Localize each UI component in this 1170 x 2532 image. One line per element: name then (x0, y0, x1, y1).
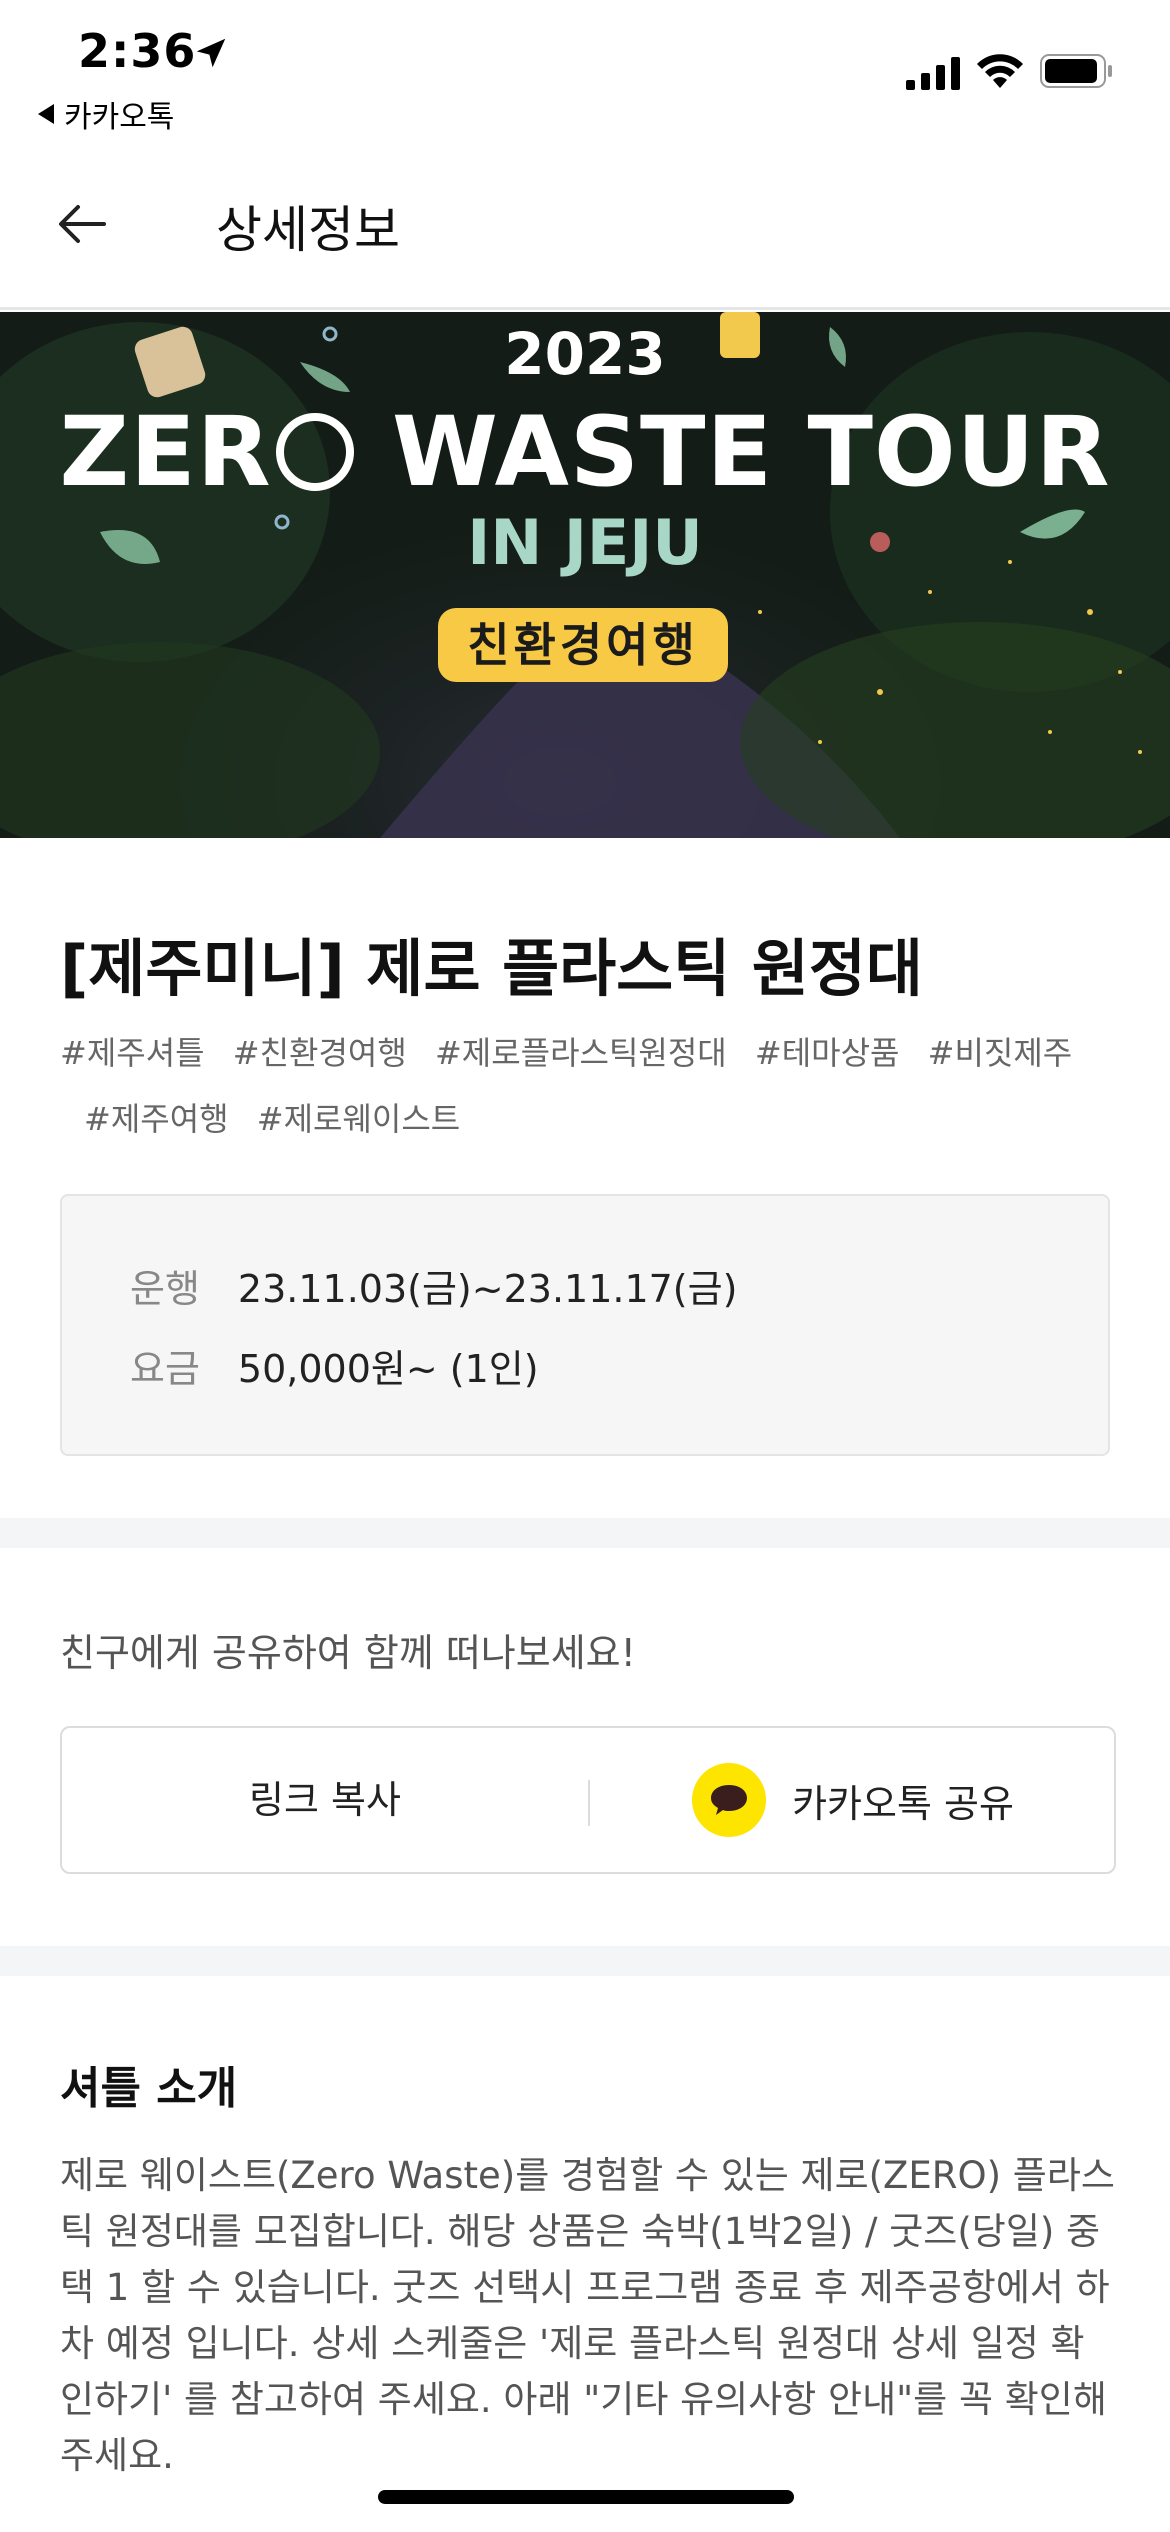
banner-year: 2023 (504, 320, 666, 388)
share-box: 링크 복사 카카오톡 공유 (60, 1726, 1116, 1874)
page-title: 상세정보 (216, 201, 400, 259)
back-triangle-icon (38, 104, 54, 124)
price-value: 50,000원~ (1인) (237, 1347, 539, 1391)
tag[interactable]: #제주셔틀 (60, 1020, 205, 1086)
shuttle-intro-description: 제로 웨이스트(Zero Waste)를 경험할 수 있는 제로(ZERO) 플… (60, 2154, 1115, 2477)
cellular-signal-icon (906, 57, 960, 90)
battery-icon (1040, 54, 1112, 88)
tag[interactable]: #친환경여행 (233, 1020, 407, 1086)
product-title: [제주미니] 제로 플라스틱 원정대 (60, 932, 923, 1005)
headline-part1: ZER (59, 396, 272, 508)
banner-subtitle: IN JEJU (467, 506, 703, 579)
tag[interactable]: #비짓제주 (928, 1020, 1073, 1086)
schedule-info-box: 운행 23.11.03(금)~23.11.17(금) 요금 50,000원~ (… (60, 1194, 1110, 1456)
arrow-left-icon[interactable] (52, 194, 112, 254)
tag[interactable]: #제로플라스틱원정대 (435, 1020, 727, 1086)
operation-row: 운행 23.11.03(금)~23.11.17(금) (130, 1258, 737, 1313)
headline-part2: WASTE TOUR (357, 396, 1111, 508)
tag[interactable]: #제주여행 (84, 1086, 229, 1152)
section-divider (0, 1946, 1170, 1976)
status-time: 2:36 (78, 24, 197, 78)
kakao-share-label: 카카오톡 공유 (792, 1781, 1014, 1826)
operation-label: 운행 (130, 1267, 200, 1311)
section-divider (0, 1518, 1170, 1548)
status-bar: 2:36 카카오톡 (0, 0, 1170, 140)
location-arrow-icon (196, 38, 226, 68)
tag[interactable]: #테마상품 (755, 1020, 900, 1086)
banner-headline: ZER WASTE TOUR (0, 396, 1170, 508)
kakao-chat-icon (692, 1763, 767, 1837)
recycle-icon (275, 413, 354, 491)
wifi-icon (977, 54, 1023, 88)
kakao-share-button[interactable]: 카카오톡 공유 (590, 1728, 1116, 1872)
share-hint: 친구에게 공유하여 함께 떠나보세요! (60, 1631, 636, 1675)
home-indicator[interactable] (378, 2490, 794, 2504)
promo-banner: 2023 ZER WASTE TOUR IN JEJU 친환경여행 (0, 312, 1170, 838)
price-label: 요금 (130, 1347, 200, 1391)
app-header: 상세정보 (0, 140, 1170, 310)
price-row: 요금 50,000원~ (1인) (130, 1338, 539, 1393)
back-app-label: 카카오톡 (64, 100, 175, 135)
tag[interactable]: #제로웨이스트 (257, 1086, 460, 1152)
shuttle-intro-title: 셔틀 소개 (60, 2063, 238, 2114)
copy-link-button[interactable]: 링크 복사 (62, 1728, 588, 1872)
banner-pill: 친환경여행 (438, 608, 728, 682)
operation-value: 23.11.03(금)~23.11.17(금) (237, 1267, 738, 1311)
back-to-app-link[interactable]: 카카오톡 (38, 92, 174, 136)
tag-list: #제주셔틀 #친환경여행 #제로플라스틱원정대 #테마상품 #비짓제주 #제주여… (60, 1020, 1120, 1152)
